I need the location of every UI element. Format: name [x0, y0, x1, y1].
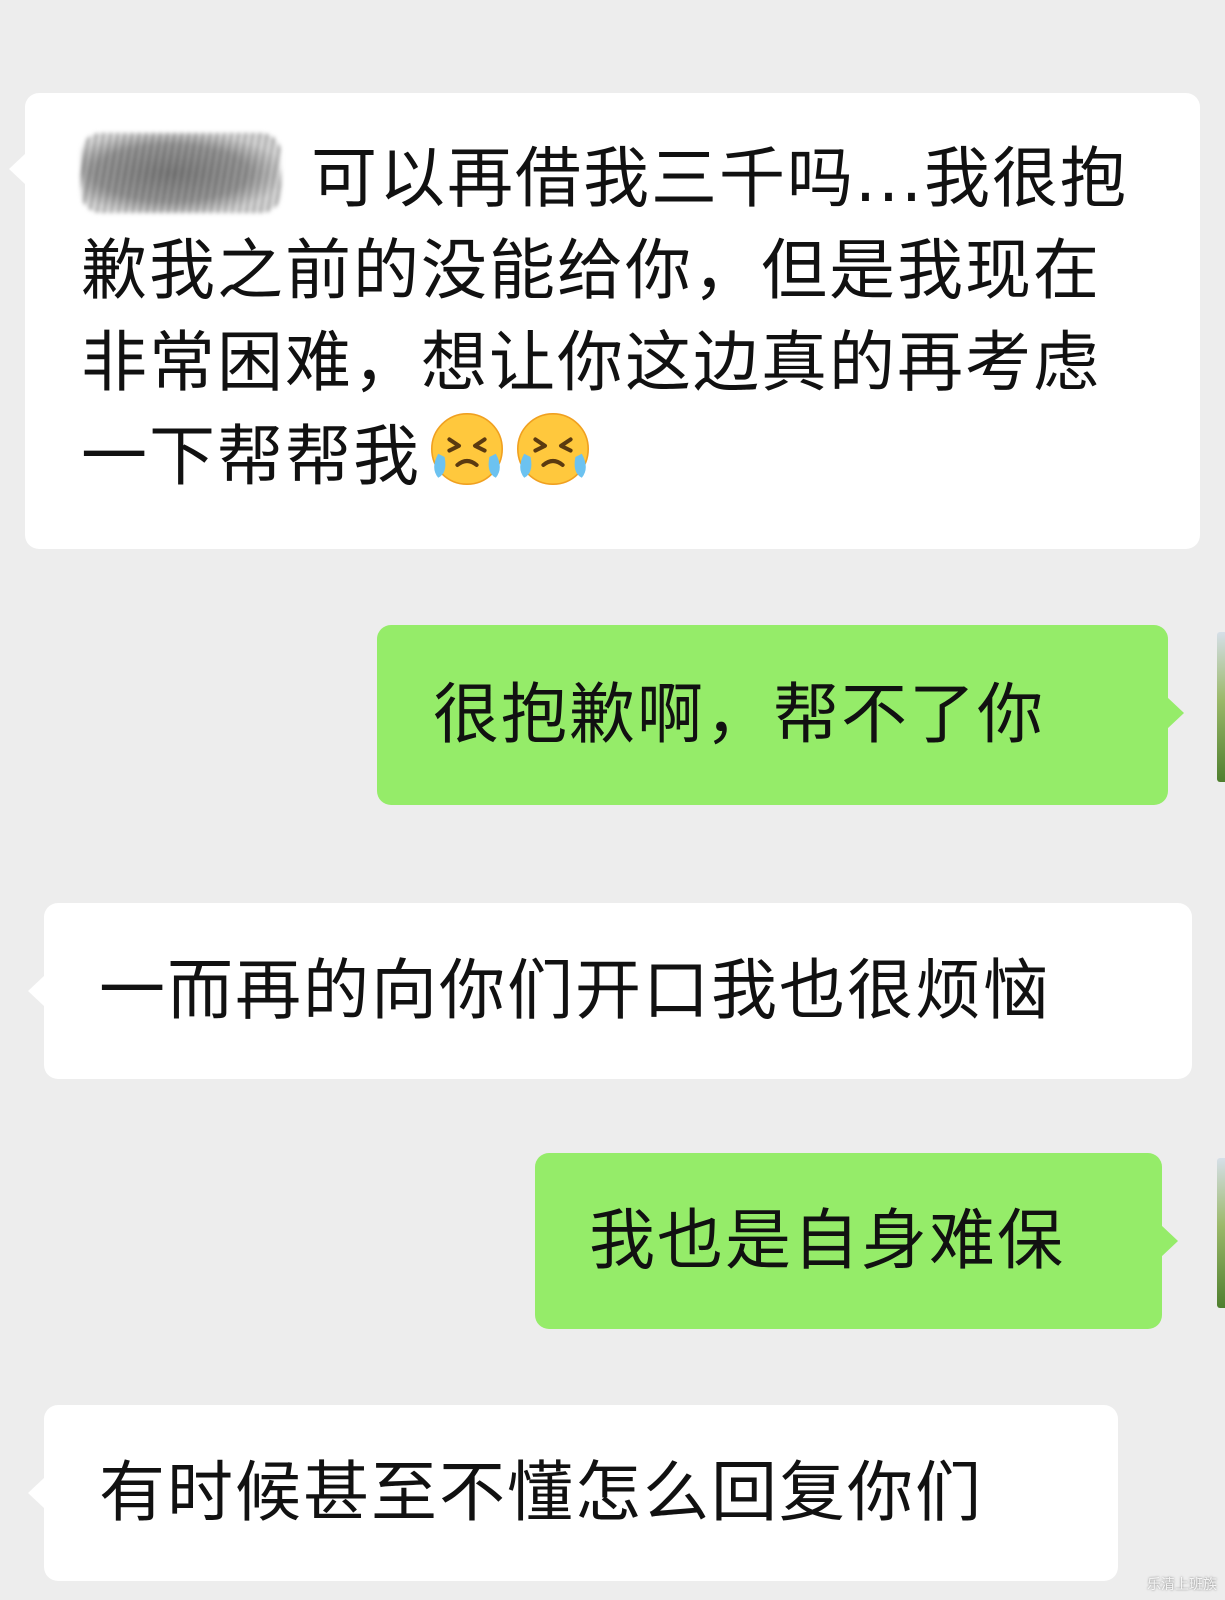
message-bubble-incoming[interactable]: 可以再借我三千吗...我很抱歉我之前的没能给你，但是我现在非常困难，想让你这边真…	[9, 93, 1200, 549]
message-text: 一而再的向你们开口我也很烦恼	[99, 952, 1051, 1029]
message-text: 我也是自身难保	[589, 1202, 1065, 1279]
message-bubble-outgoing[interactable]: 很抱歉啊，帮不了你	[377, 625, 1184, 805]
message-bubble-outgoing[interactable]: 我也是自身难保	[535, 1153, 1178, 1329]
avatar[interactable]	[1217, 632, 1225, 782]
message-text: 很抱歉啊，帮不了你	[433, 676, 1045, 753]
message-bubble-incoming[interactable]: 一而再的向你们开口我也很烦恼	[28, 903, 1192, 1079]
message-text: 有时候甚至不懂怎么回复你们	[99, 1454, 983, 1531]
message-bubble-incoming[interactable]: 有时候甚至不懂怎么回复你们	[28, 1405, 1118, 1581]
crying-face-icon	[517, 413, 589, 485]
bubble-tail	[28, 975, 45, 1007]
bubble-tail	[9, 153, 26, 185]
redacted-name	[81, 133, 281, 213]
bubble-tail	[1167, 697, 1184, 729]
watermark: 乐清上班族	[1147, 1577, 1217, 1593]
avatar[interactable]	[1217, 1158, 1225, 1308]
bubble-tail	[1161, 1225, 1178, 1257]
bubble-tail	[28, 1477, 45, 1509]
crying-face-icon	[431, 413, 503, 485]
